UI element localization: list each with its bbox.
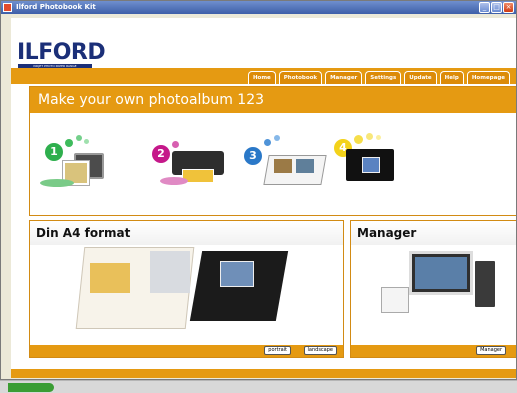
bubble-dot	[65, 139, 73, 147]
ilford-logo: ILFORD	[17, 40, 106, 65]
app-window: Ilford Photobook Kit _ □ × ILFORD INKJET…	[0, 0, 517, 380]
page-photo	[296, 159, 314, 173]
cover-photo	[220, 261, 254, 287]
bubble-dot	[264, 139, 271, 146]
manager-panel: Manager Manager	[350, 220, 516, 358]
software-box	[381, 287, 409, 313]
nav-tabs: Home Photobook Manager Settings Update H…	[247, 71, 510, 84]
screen-photo	[415, 257, 467, 289]
hero-panel: Make your own photoalbum 123 1 2 3 4	[29, 86, 516, 216]
maximize-icon[interactable]: □	[491, 2, 502, 13]
bubble-dot	[376, 135, 381, 140]
tab-update[interactable]: Update	[404, 71, 437, 84]
window-title: Ilford Photobook Kit	[16, 3, 96, 11]
hero-title: Make your own photoalbum 123	[38, 92, 265, 108]
bubble-dot	[274, 135, 280, 141]
step-4[interactable]: 4	[334, 133, 444, 211]
step-number: 3	[244, 147, 262, 165]
close-icon[interactable]: ×	[503, 2, 514, 13]
panel-title: Din A4 format	[36, 226, 131, 240]
bubble-dot	[366, 133, 373, 140]
tab-manager[interactable]: Manager	[325, 71, 363, 84]
step-number: 1	[45, 143, 63, 161]
tab-settings[interactable]: Settings	[365, 71, 402, 84]
start-button[interactable]	[8, 383, 54, 392]
bubble-cloud	[160, 177, 188, 185]
panel-title: Manager	[357, 226, 417, 240]
page-photo	[274, 159, 292, 173]
photobook-pages	[263, 155, 327, 185]
landscape-button[interactable]: landscape	[303, 346, 337, 355]
manager-button[interactable]: Manager	[476, 346, 506, 355]
window-controls: _ □ ×	[479, 2, 514, 13]
bride-photo	[150, 251, 190, 293]
rings-photo	[90, 263, 130, 293]
header: ILFORD INKJET PHOTO PAPER RANGE	[11, 18, 516, 68]
footer-band	[11, 369, 516, 378]
tab-home[interactable]: Home	[247, 71, 276, 84]
computer-tower	[475, 261, 495, 307]
bubble-dot	[172, 141, 179, 148]
minimize-icon[interactable]: _	[479, 2, 490, 13]
tab-help[interactable]: Help	[439, 71, 464, 84]
din-a4-panel: Din A4 format portrait landscape	[29, 220, 344, 358]
step-number: 2	[152, 145, 170, 163]
main-content: ILFORD INKJET PHOTO PAPER RANGE Home Pho…	[11, 18, 516, 378]
tab-homepage[interactable]: Homepage	[466, 71, 510, 84]
portrait-button[interactable]: portrait	[264, 346, 291, 355]
taskbar	[0, 380, 517, 393]
tab-photobook[interactable]: Photobook	[278, 71, 323, 84]
title-bar[interactable]: Ilford Photobook Kit _ □ ×	[1, 1, 516, 14]
bubble-dot	[354, 135, 363, 144]
cover-photo	[362, 157, 380, 173]
bubble-dot	[84, 139, 89, 144]
bubble-cloud	[40, 179, 74, 187]
bubble-dot	[76, 135, 82, 141]
step-1[interactable]: 1	[40, 133, 150, 211]
app-icon	[3, 3, 12, 12]
panel-footer	[30, 345, 343, 357]
